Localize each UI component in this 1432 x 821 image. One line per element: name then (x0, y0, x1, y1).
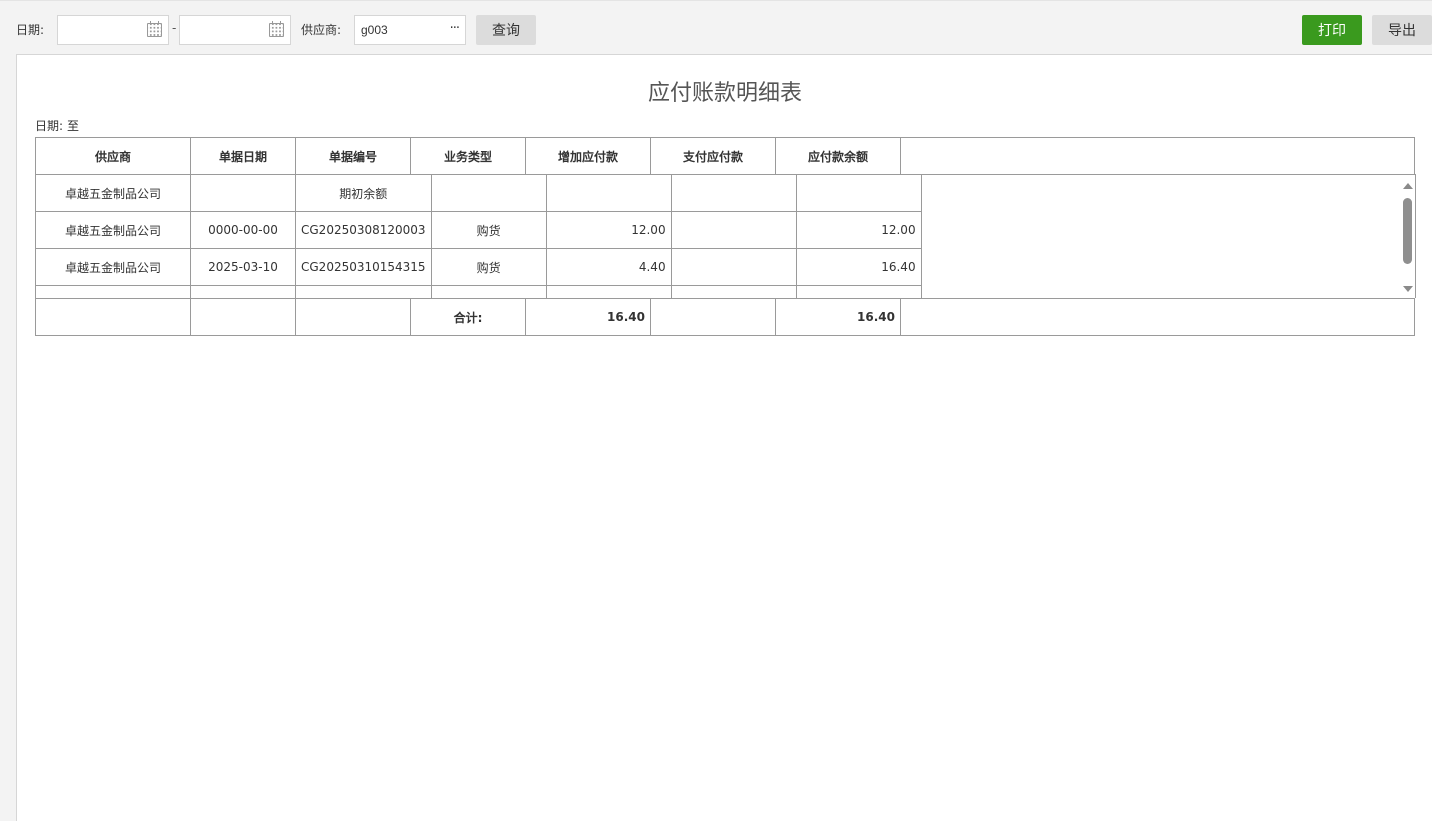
total-label: 合计: (410, 298, 526, 336)
total-balance: 16.40 (775, 298, 901, 336)
cell-date: 2025-03-10 (190, 248, 296, 286)
report-header-table: 供应商 单据日期 单据编号 业务类型 增加应付款 支付应付款 应付款余额 (35, 137, 1415, 175)
cell-doc-no[interactable]: CG20250308120003 (295, 211, 432, 249)
cell-increase: 12.00 (545, 211, 672, 249)
period-to: 至 (67, 119, 80, 133)
cell-date: 0000-00-00 (190, 211, 296, 249)
col-filler (900, 137, 1415, 175)
table-row (35, 285, 922, 298)
cell-filler (900, 298, 1415, 336)
report-body-table: 卓越五金制品公司 期初余额 卓越五金制品公司 0000-00-00 CG2025… (35, 174, 922, 298)
cell-balance: 16.40 (795, 248, 922, 286)
cell-empty (295, 298, 411, 336)
report-title: 应付账款明细表 (647, 81, 802, 106)
toolbar: 日期: - 供应商: ··· 查询 打印 导出 (0, 0, 1432, 54)
cell-type (430, 174, 547, 212)
print-button[interactable]: 打印 (1302, 15, 1362, 45)
cell-pay (670, 211, 797, 249)
cell-increase (545, 174, 672, 212)
scrollbar-thumb[interactable] (1403, 198, 1412, 264)
col-increase[interactable]: 增加应付款 (525, 137, 651, 175)
cell-doc-no: 期初余额 (295, 174, 432, 212)
cell-balance: 12.00 (795, 211, 922, 249)
table-row[interactable]: 卓越五金制品公司 期初余额 (35, 174, 922, 212)
cell-increase: 4.40 (545, 248, 672, 286)
total-row: 合计: 16.40 16.40 (35, 298, 1415, 336)
cell-pay (670, 248, 797, 286)
col-doc-no[interactable]: 单据编号 (295, 137, 411, 175)
date-separator: - (172, 21, 177, 35)
cell-empty (795, 285, 922, 298)
cell-supplier: 卓越五金制品公司 (35, 211, 191, 249)
cell-pay (670, 174, 797, 212)
supplier-field[interactable]: ··· (354, 15, 466, 45)
cell-empty (430, 285, 547, 298)
total-increase: 16.40 (525, 298, 651, 336)
supplier-input[interactable] (355, 16, 439, 44)
cell-type: 购货 (430, 248, 547, 286)
calendar-icon[interactable] (147, 21, 162, 37)
supplier-label: 供应商: (301, 23, 342, 37)
table-row[interactable]: 卓越五金制品公司 2025-03-10 CG20250310154315 购货 … (35, 248, 922, 286)
cell-supplier: 卓越五金制品公司 (35, 248, 191, 286)
export-button[interactable]: 导出 (1372, 15, 1432, 45)
cell-balance (795, 174, 922, 212)
total-pay (650, 298, 776, 336)
date-start-input[interactable] (58, 16, 142, 44)
arrow-down-icon[interactable] (1403, 286, 1413, 292)
cell-empty (545, 285, 672, 298)
cell-empty (670, 285, 797, 298)
col-supplier[interactable]: 供应商 (35, 137, 191, 175)
cell-empty (190, 298, 296, 336)
arrow-up-icon[interactable] (1403, 183, 1413, 189)
query-button[interactable]: 查询 (476, 15, 536, 45)
cell-doc-no[interactable]: CG20250310154315 (295, 248, 432, 286)
date-label: 日期: (16, 23, 45, 37)
date-end-field[interactable] (179, 15, 291, 45)
cell-date (190, 174, 296, 212)
report-period: 日期: 至 (35, 117, 79, 134)
cell-empty (190, 285, 296, 298)
date-end-input[interactable] (180, 16, 264, 44)
cell-empty (35, 285, 191, 298)
date-start-field[interactable] (57, 15, 169, 45)
cell-empty (35, 298, 191, 336)
period-label: 日期: (35, 119, 64, 133)
calendar-icon[interactable] (269, 21, 284, 37)
report-footer-table: 合计: 16.40 16.40 (35, 298, 1415, 336)
report-panel: 应付账款明细表 日期: 至 供应商 单据日期 单据编号 业务类型 增加应付款 支付… (16, 54, 1432, 821)
col-doc-date[interactable]: 单据日期 (190, 137, 296, 175)
cell-empty (295, 285, 432, 298)
vertical-scrollbar[interactable] (1400, 180, 1414, 295)
report-body-scroll[interactable]: 卓越五金制品公司 期初余额 卓越五金制品公司 0000-00-00 CG2025… (35, 174, 1416, 298)
table-row[interactable]: 卓越五金制品公司 0000-00-00 CG20250308120003 购货 … (35, 211, 922, 249)
cell-supplier: 卓越五金制品公司 (35, 174, 191, 212)
col-biz-type[interactable]: 业务类型 (410, 137, 526, 175)
header-row: 供应商 单据日期 单据编号 业务类型 增加应付款 支付应付款 应付款余额 (35, 137, 1415, 175)
col-pay[interactable]: 支付应付款 (650, 137, 776, 175)
more-dots-icon[interactable]: ··· (450, 21, 460, 36)
cell-type: 购货 (430, 211, 547, 249)
col-balance[interactable]: 应付款余额 (775, 137, 901, 175)
